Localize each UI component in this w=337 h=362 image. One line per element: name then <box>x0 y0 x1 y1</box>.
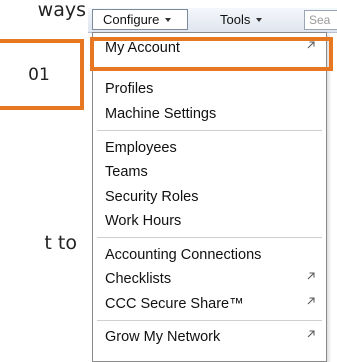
configure-menu-label: Configure <box>103 12 160 27</box>
configure-dropdown-menu: My Account Profiles Machine Settings Emp… <box>92 32 327 362</box>
chevron-down-icon <box>256 18 263 22</box>
menu-item-profiles[interactable]: Profiles <box>93 78 326 100</box>
menu-item-label: My Account <box>105 40 180 56</box>
menu-item-label: Accounting Connections <box>105 247 262 263</box>
menu-item-label: Grow My Network <box>105 329 221 345</box>
step-callout: 01 <box>0 39 84 110</box>
menu-item-label: CCC Secure Share™ <box>105 296 244 312</box>
chevron-down-icon <box>165 18 172 22</box>
menu-separator <box>97 320 322 321</box>
menu-item-label: Machine Settings <box>105 106 217 122</box>
external-link-icon <box>307 272 315 280</box>
menu-bar: Configure Tools Sea <box>88 8 337 33</box>
menu-item-label: Security Roles <box>105 189 199 205</box>
configure-menu-button[interactable]: Configure <box>92 9 188 30</box>
menu-item-grow-my-network[interactable]: Grow My Network <box>93 326 326 348</box>
menu-item-my-account[interactable]: My Account <box>93 37 326 59</box>
menu-item-label: Checklists <box>105 271 172 287</box>
background-document-text: ways <box>37 1 86 20</box>
menu-item-label: Employees <box>105 140 177 156</box>
menu-item-teams[interactable]: Teams <box>93 161 326 183</box>
menu-item-ccc-secure-share[interactable]: CCC Secure Share™ <box>93 293 326 315</box>
menu-separator <box>97 237 322 238</box>
menu-item-label: Teams <box>105 164 148 180</box>
tools-menu-button[interactable]: Tools <box>210 9 280 30</box>
menu-item-employees[interactable]: Employees <box>93 137 326 159</box>
menu-item-checklists[interactable]: Checklists <box>93 268 326 290</box>
background-document-text: t to <box>44 234 77 253</box>
menu-item-security-roles[interactable]: Security Roles <box>93 186 326 208</box>
menu-item-accounting-connections[interactable]: Accounting Connections <box>93 244 326 266</box>
step-callout-number: 01 <box>28 64 50 85</box>
external-link-icon <box>307 41 315 49</box>
external-link-icon <box>307 297 315 305</box>
external-link-icon <box>307 330 315 338</box>
search-input[interactable]: Sea <box>304 10 337 30</box>
menu-item-work-hours[interactable]: Work Hours <box>93 210 326 232</box>
menu-item-label: Work Hours <box>105 213 182 229</box>
tools-menu-label: Tools <box>220 12 251 27</box>
menu-separator <box>97 130 322 131</box>
menu-item-machine-settings[interactable]: Machine Settings <box>93 103 326 125</box>
menu-item-label: Profiles <box>105 81 154 97</box>
